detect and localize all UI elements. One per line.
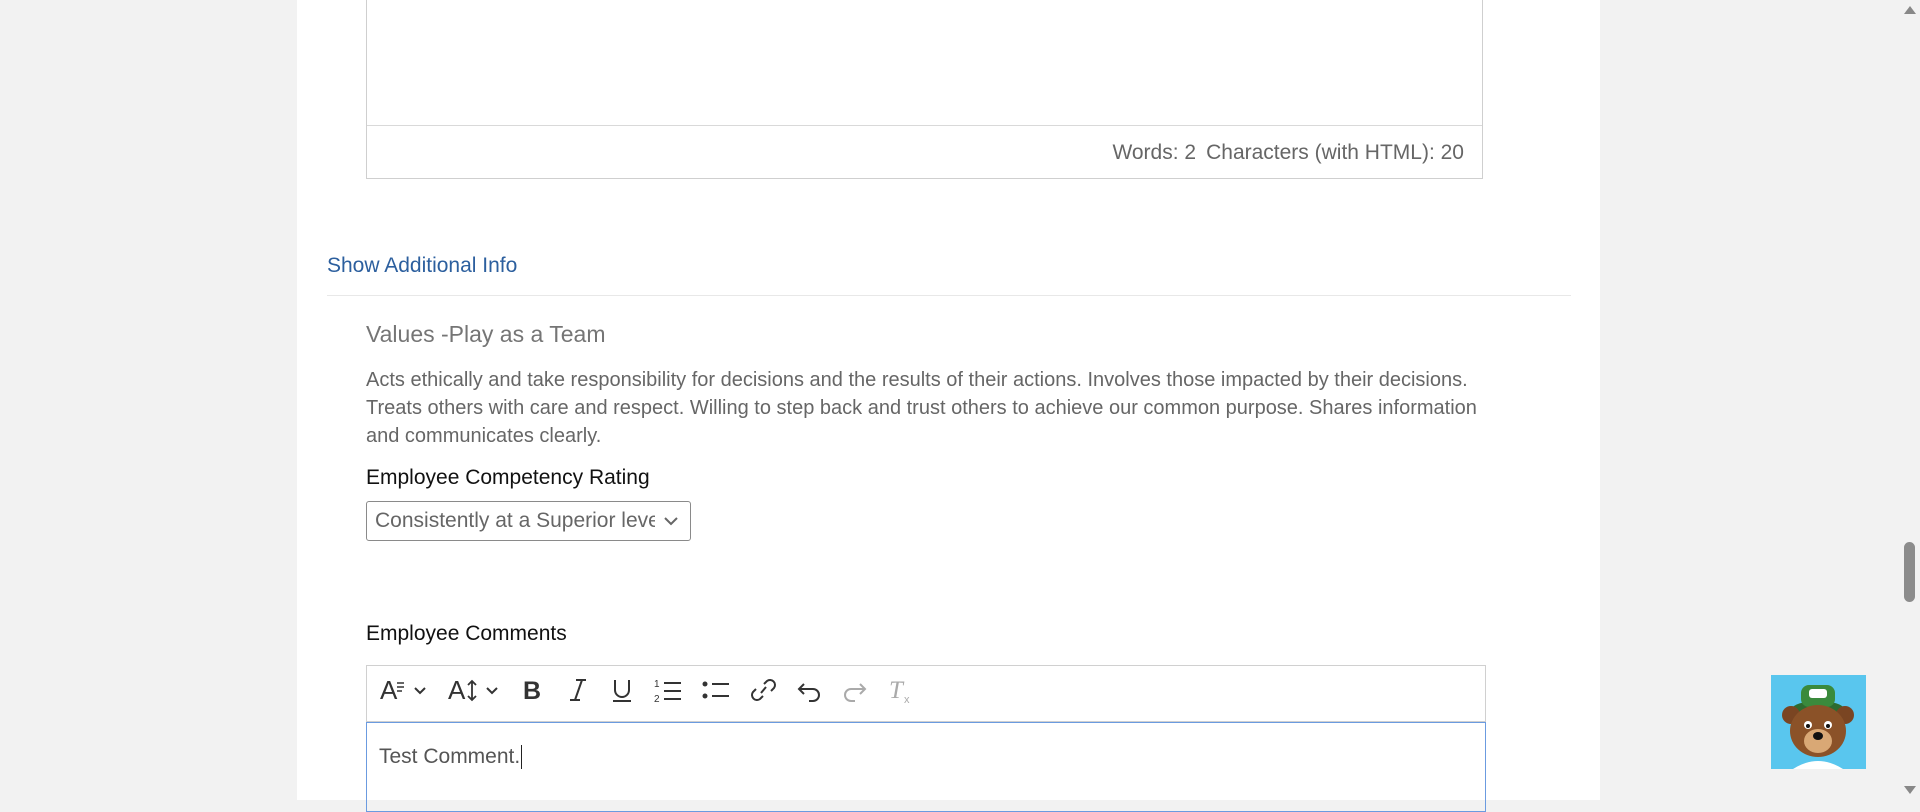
rating-label: Employee Competency Rating <box>366 466 650 489</box>
bold-icon: B <box>521 675 547 712</box>
font-style-button[interactable]: A <box>379 674 429 714</box>
svg-text:x: x <box>904 694 910 705</box>
editor-status-bar: Words: 2 Characters (with HTML): 20 <box>1112 141 1464 165</box>
description-editor-area[interactable] <box>367 0 1482 126</box>
page-scrollbar[interactable] <box>1900 0 1920 800</box>
link-button[interactable] <box>749 674 777 714</box>
divider <box>327 295 1571 296</box>
clear-format-icon: Tx <box>887 675 917 712</box>
clear-format-button[interactable]: Tx <box>887 674 917 714</box>
svg-text:A: A <box>448 675 466 705</box>
rating-selected-value: Consistently at a Superior level <box>375 509 655 532</box>
competency-rating-select[interactable]: Consistently at a Superior level <box>366 501 691 541</box>
word-count: Words: 2 <box>1112 141 1197 164</box>
italic-icon <box>565 675 591 712</box>
ordered-list-button[interactable]: 12 <box>653 674 683 714</box>
scroll-up-icon[interactable] <box>1904 6 1916 14</box>
link-icon <box>749 675 777 712</box>
section-description: Acts ethically and take responsibility f… <box>366 369 1477 447</box>
undo-icon <box>795 675 823 712</box>
show-additional-info-link[interactable]: Show Additional Info <box>327 254 517 278</box>
svg-text:A: A <box>380 675 398 705</box>
comments-editor[interactable]: Test Comment. <box>366 722 1486 812</box>
scroll-down-icon[interactable] <box>1904 786 1916 794</box>
svg-text:1: 1 <box>654 679 660 690</box>
svg-text:T: T <box>889 677 905 704</box>
mascot-bear-avatar[interactable] <box>1771 675 1866 769</box>
svg-text:B: B <box>523 677 541 705</box>
ordered-list-icon: 12 <box>653 675 683 712</box>
svg-text:2: 2 <box>654 694 660 705</box>
redo-icon <box>841 675 869 712</box>
text-cursor <box>521 745 523 770</box>
undo-button[interactable] <box>795 674 823 714</box>
bullet-list-icon <box>701 675 731 712</box>
comments-label: Employee Comments <box>366 622 567 645</box>
font-size-icon: A <box>447 675 503 712</box>
underline-button[interactable] <box>609 674 635 714</box>
comments-text: Test Comment. <box>379 745 521 768</box>
font-size-button[interactable]: A <box>447 674 503 714</box>
chevron-down-icon <box>662 511 680 536</box>
bullet-list-button[interactable] <box>701 674 731 714</box>
redo-button[interactable] <box>841 674 869 714</box>
scrollbar-thumb[interactable] <box>1904 542 1915 602</box>
page-content: Words: 2 Characters (with HTML): 20 Show… <box>297 0 1600 812</box>
description-editor: Words: 2 Characters (with HTML): 20 <box>366 0 1483 179</box>
editor-toolbar: A A B 12 T x <box>366 665 1486 722</box>
underline-icon <box>609 675 635 712</box>
character-count: Characters (with HTML): 20 <box>1206 141 1464 164</box>
italic-button[interactable] <box>565 674 591 714</box>
bold-button[interactable]: B <box>521 674 547 714</box>
font-style-icon: A <box>379 675 429 712</box>
section-title: Values -Play as a Team <box>366 321 606 347</box>
